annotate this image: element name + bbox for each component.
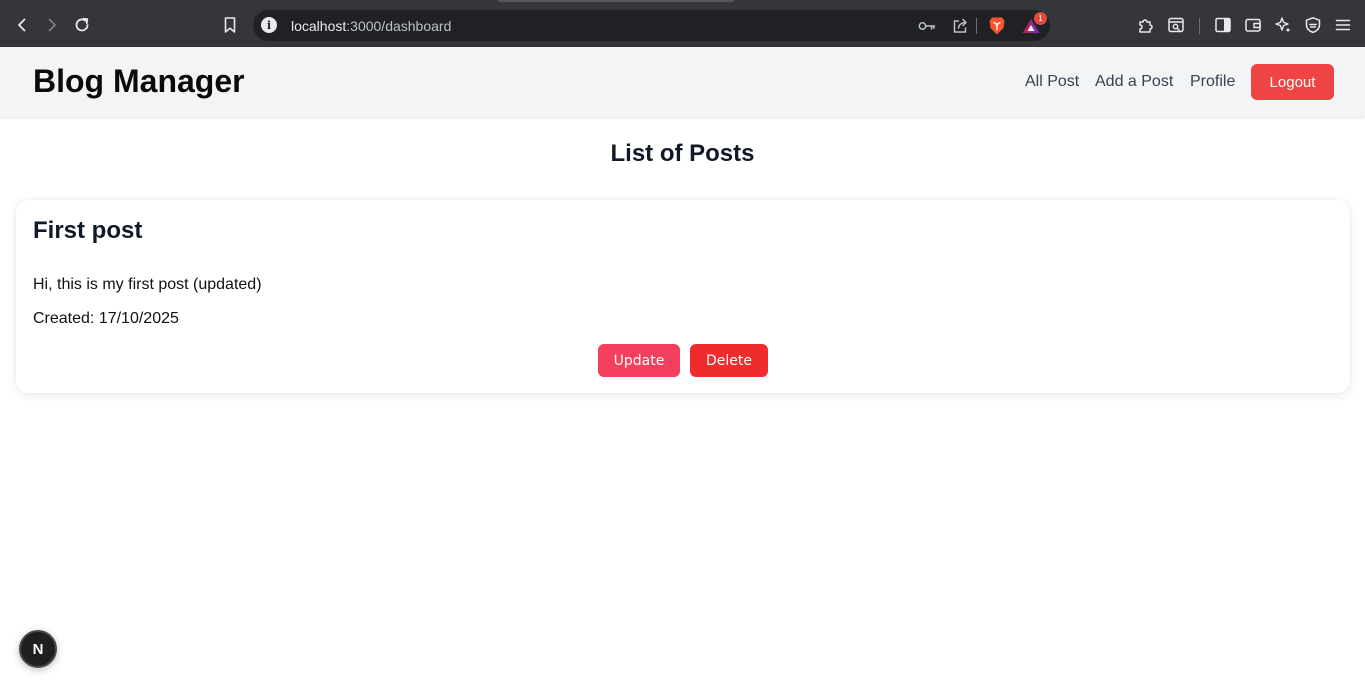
post-card: First post Hi, this is my first post (up… bbox=[16, 200, 1350, 393]
browser-toolbar: i localhost:3000/dashboard 1 bbox=[0, 0, 1365, 47]
brave-shields-icon[interactable] bbox=[986, 15, 1008, 37]
page-search-icon[interactable] bbox=[1163, 12, 1189, 38]
leo-ai-icon[interactable] bbox=[1270, 12, 1296, 38]
omnibox-divider bbox=[976, 18, 977, 34]
delete-button[interactable]: Delete bbox=[690, 344, 768, 377]
back-icon[interactable] bbox=[9, 12, 35, 38]
page-title: List of Posts bbox=[610, 140, 755, 167]
address-bar[interactable]: i localhost:3000/dashboard bbox=[253, 10, 1050, 41]
nextjs-logo-icon: N bbox=[32, 640, 44, 658]
extensions-icon[interactable] bbox=[1133, 12, 1159, 38]
nav-add-post[interactable]: Add a Post bbox=[1095, 73, 1173, 91]
active-tab-edge bbox=[498, 0, 734, 2]
update-button[interactable]: Update bbox=[598, 344, 680, 377]
password-key-icon[interactable] bbox=[916, 15, 938, 37]
rewards-count-badge: 1 bbox=[1034, 12, 1047, 25]
app-navbar: Blog Manager All Post Add a Post Profile… bbox=[0, 47, 1365, 117]
reload-icon[interactable] bbox=[69, 12, 95, 38]
forward-icon[interactable] bbox=[39, 12, 65, 38]
brand-title: Blog Manager bbox=[33, 63, 245, 99]
bookmark-icon[interactable] bbox=[217, 12, 243, 38]
menu-icon[interactable] bbox=[1330, 12, 1356, 38]
logout-button[interactable]: Logout bbox=[1251, 64, 1334, 100]
nextjs-dev-indicator[interactable]: N bbox=[19, 630, 57, 668]
nav-profile[interactable]: Profile bbox=[1190, 73, 1235, 91]
post-title: First post bbox=[33, 217, 143, 244]
nav-all-post[interactable]: All Post bbox=[1025, 73, 1079, 91]
wallet-icon[interactable] bbox=[1240, 12, 1266, 38]
share-icon[interactable] bbox=[949, 15, 971, 37]
url-text: localhost:3000/dashboard bbox=[291, 18, 452, 34]
site-info-icon[interactable]: i bbox=[261, 17, 277, 33]
post-created-date: Created: 17/10/2025 bbox=[33, 310, 179, 327]
toolbar-divider bbox=[1199, 18, 1200, 34]
sidebar-toggle-icon[interactable] bbox=[1210, 12, 1236, 38]
vpn-shield-icon[interactable] bbox=[1300, 12, 1326, 38]
post-body: Hi, this is my first post (updated) bbox=[33, 276, 262, 293]
